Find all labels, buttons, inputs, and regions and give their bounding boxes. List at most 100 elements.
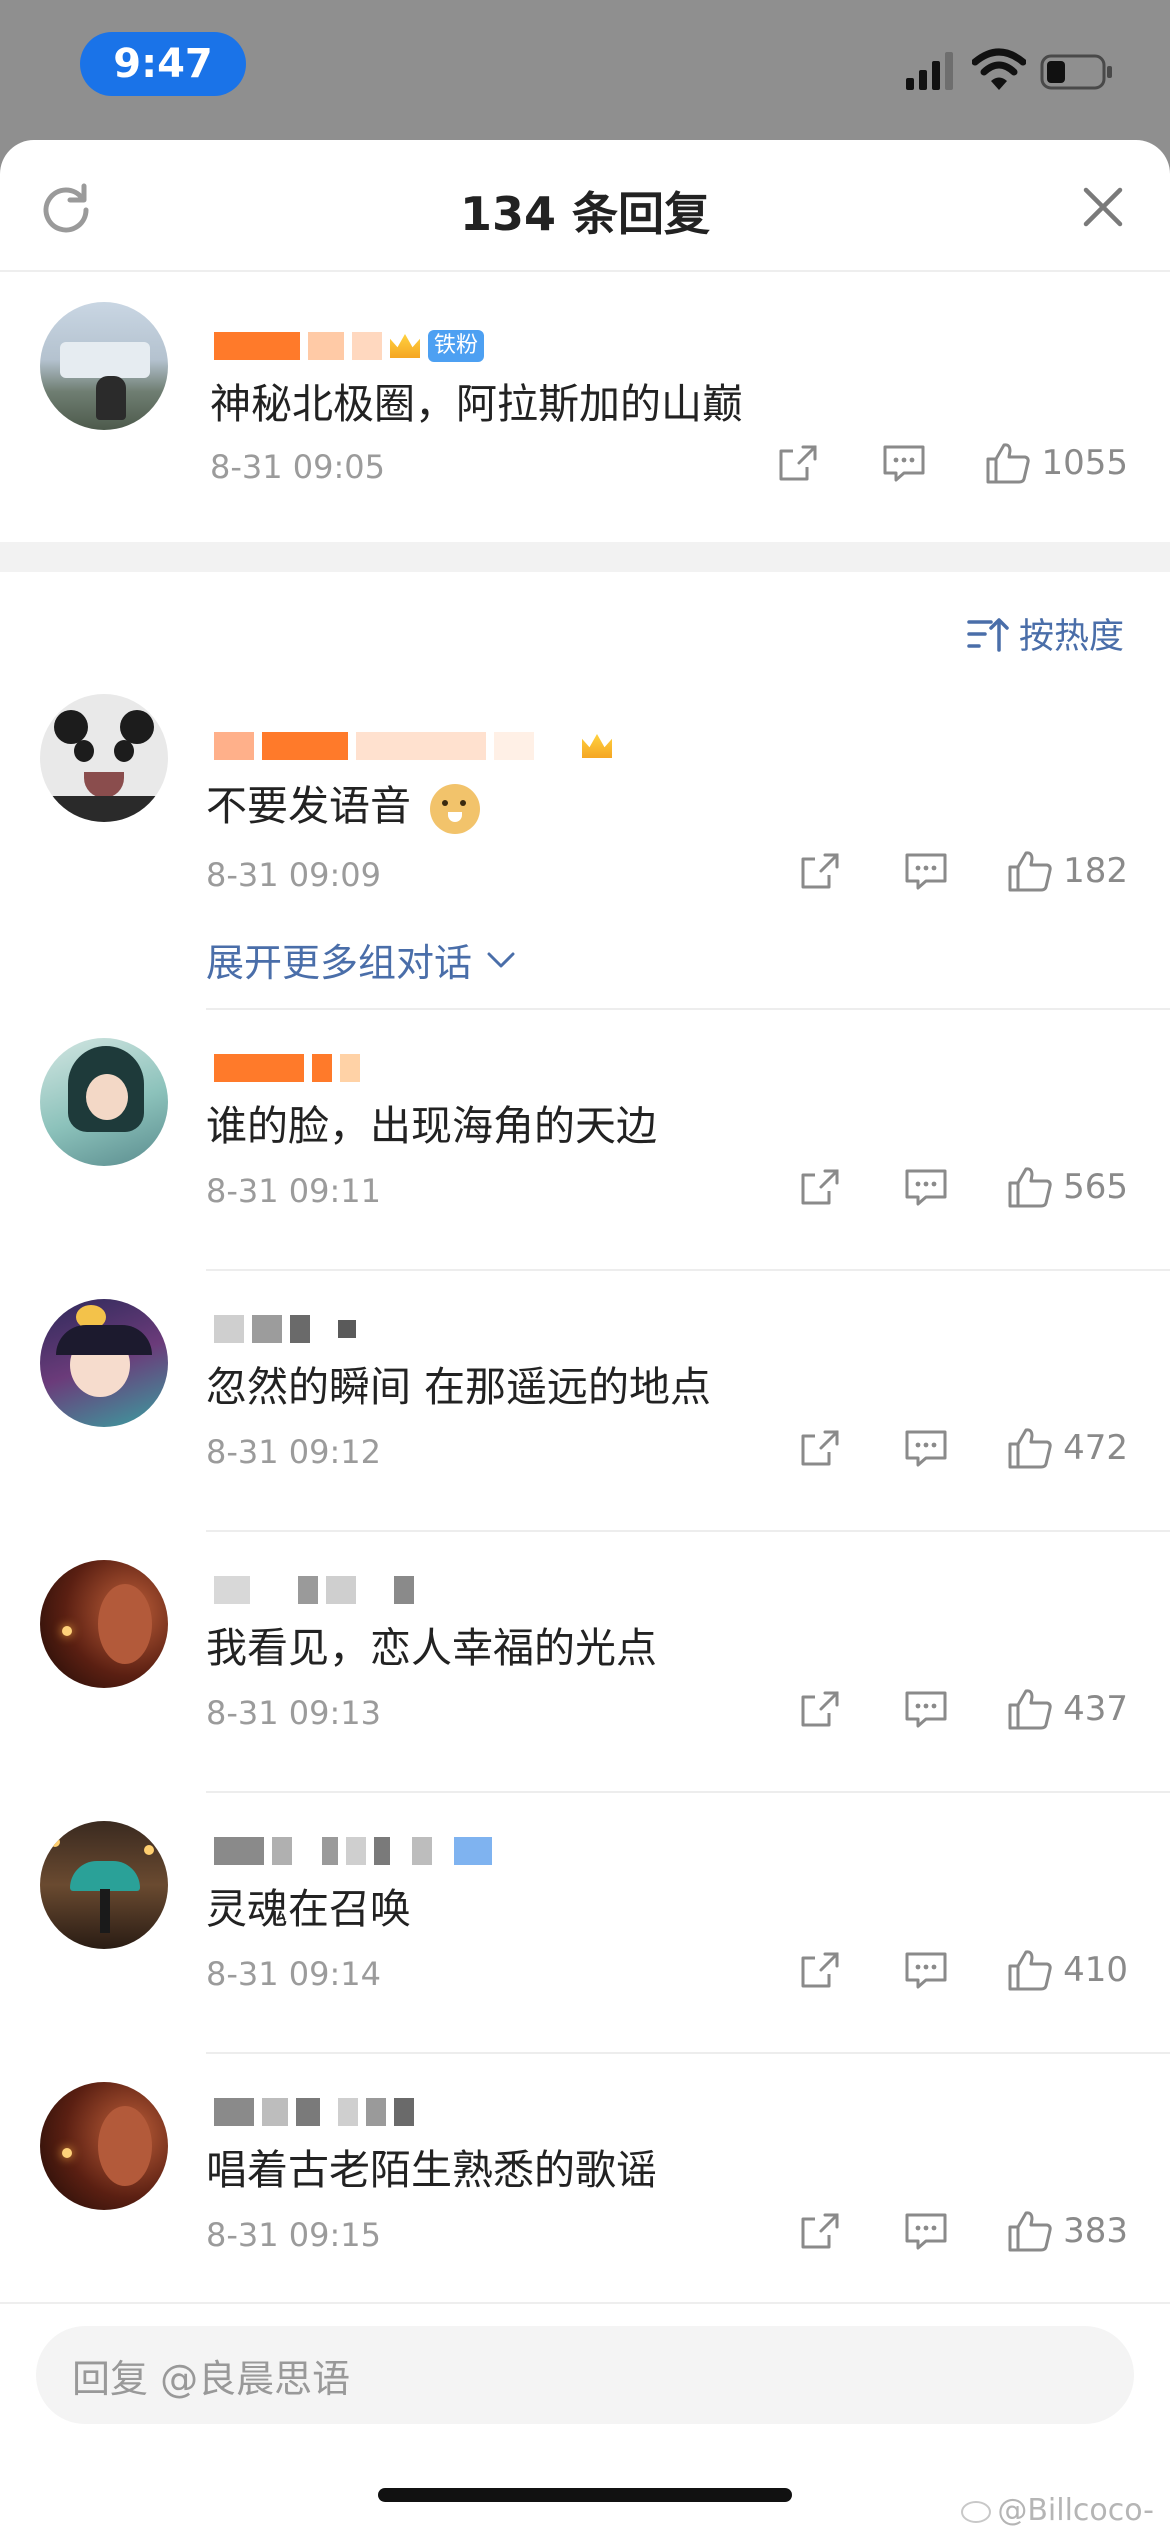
comment-icon[interactable] (879, 440, 929, 486)
battery-icon (1040, 54, 1112, 90)
reply-time: 8-31 09:11 (206, 1172, 382, 1210)
reply-time: 8-31 09:12 (206, 1433, 382, 1471)
avatar[interactable] (40, 1560, 168, 1688)
reply-text: 灵魂在召唤 (206, 1885, 411, 1933)
thumbs-up-icon (1008, 1950, 1052, 1991)
like-count: 437 (1063, 1689, 1128, 1729)
signal-icon (906, 52, 953, 90)
username[interactable] (214, 1048, 360, 1088)
share-icon[interactable] (795, 848, 845, 894)
share-icon[interactable] (795, 1947, 845, 1993)
reply-input[interactable]: 回复 @良晨思语 (36, 2326, 1134, 2424)
like-button[interactable]: 410 (1007, 1948, 1128, 1992)
reply-item: 唱着古老陌生熟悉的歌谣 8-31 09:15 383 (0, 2052, 1170, 2313)
like-button[interactable]: 383 (1007, 2209, 1128, 2253)
avatar[interactable] (40, 1038, 168, 1166)
username[interactable] (214, 726, 612, 766)
reply-actions: 472 (795, 1425, 1128, 1471)
reply-item: 不要发语音 8-31 09:09 182 展开更多组对话 (0, 660, 1170, 1010)
reply-text: 唱着古老陌生熟悉的歌谣 (206, 2146, 657, 2194)
reply-item: 我看见，恋人幸福的光点 8-31 09:13 437 (0, 1530, 1170, 1793)
thumbs-up-icon (1008, 1689, 1052, 1730)
reply-actions: 565 (795, 1164, 1128, 1210)
like-button[interactable]: 1055 (985, 441, 1128, 485)
comment-time: 8-31 09:05 (210, 448, 386, 486)
like-button[interactable]: 182 (1007, 849, 1128, 893)
crown-icon (582, 734, 612, 758)
close-icon[interactable] (1078, 182, 1128, 232)
expand-conversation-link[interactable]: 展开更多组对话 (206, 932, 516, 987)
like-count: 1055 (1041, 443, 1128, 483)
like-count: 383 (1063, 2211, 1128, 2251)
sort-icon (967, 617, 1009, 652)
username[interactable] (214, 1570, 414, 1610)
username[interactable]: 铁粉 (214, 326, 485, 366)
thumbs-up-icon (1008, 851, 1052, 892)
username[interactable] (214, 2092, 414, 2132)
reply-item: 灵魂在召唤 8-31 09:14 410 (0, 1791, 1170, 2054)
weibo-logo-icon (961, 2500, 992, 2523)
comment-text: 神秘北极圈，阿拉斯加的山巅 (210, 380, 743, 428)
reply-time: 8-31 09:14 (206, 1955, 382, 1993)
status-time[interactable]: 9:47 (80, 32, 246, 96)
username[interactable] (214, 1309, 356, 1349)
comment-icon[interactable] (901, 1164, 951, 1210)
thumbs-up-icon (986, 443, 1031, 484)
sheet-title: 134 条回复 (459, 187, 711, 241)
comment-icon[interactable] (901, 1686, 951, 1732)
reply-actions: 437 (795, 1686, 1128, 1732)
reply-text: 我看见，恋人幸福的光点 (206, 1624, 657, 1672)
comment-icon[interactable] (901, 1947, 951, 1993)
section-divider (0, 542, 1170, 572)
home-indicator[interactable] (378, 2488, 792, 2502)
reply-time: 8-31 09:15 (206, 2216, 382, 2254)
replies-sheet: 134 条回复 铁粉 神秘北极圈，阿拉斯加的山巅 8-31 09:05 1055 (0, 140, 1170, 2532)
like-count: 410 (1063, 1950, 1128, 1990)
like-button[interactable]: 472 (1007, 1426, 1128, 1470)
reply-actions: 182 (795, 848, 1128, 894)
reply-actions: 383 (795, 2208, 1128, 2254)
reply-item: 谁的脸，出现海角的天边 8-31 09:11 565 (0, 1008, 1170, 1271)
share-icon[interactable] (795, 1686, 845, 1732)
avatar[interactable] (40, 2082, 168, 2210)
main-comment: 铁粉 神秘北极圈，阿拉斯加的山巅 8-31 09:05 1055 (0, 272, 1170, 542)
comment-icon[interactable] (901, 848, 951, 894)
thumbs-up-icon (1008, 1428, 1052, 1469)
crown-icon (390, 334, 420, 358)
status-bar: 9:47 (0, 0, 1170, 140)
avatar[interactable] (40, 1299, 168, 1427)
reply-text: 谁的脸，出现海角的天边 (206, 1102, 657, 1150)
share-icon[interactable] (795, 2208, 845, 2254)
chevron-down-icon (487, 952, 515, 967)
sort-label: 按热度 (1018, 617, 1124, 657)
like-button[interactable]: 565 (1007, 1165, 1128, 1209)
sheet-header: 134 条回复 (0, 140, 1170, 272)
thumbs-up-icon (1008, 1167, 1052, 1208)
avatar[interactable] (40, 302, 168, 430)
share-icon[interactable] (795, 1425, 845, 1471)
share-icon[interactable] (773, 440, 823, 486)
like-count: 182 (1063, 851, 1128, 891)
comment-icon[interactable] (901, 2208, 951, 2254)
reply-text: 不要发语音 (206, 772, 481, 834)
avatar[interactable] (40, 1821, 168, 1949)
like-count: 472 (1063, 1428, 1128, 1468)
share-icon[interactable] (795, 1164, 845, 1210)
reply-time: 8-31 09:09 (206, 856, 382, 894)
like-button[interactable]: 437 (1007, 1687, 1128, 1731)
reply-actions: 410 (795, 1947, 1128, 1993)
sort-bar: 按热度 (0, 572, 1170, 660)
comment-actions: 1055 (773, 440, 1128, 486)
fan-badge: 铁粉 (428, 330, 485, 362)
reply-item: 忽然的瞬间 在那遥远的地点 8-31 09:12 472 (0, 1269, 1170, 1532)
doge-emoji-icon (430, 784, 481, 834)
reply-text: 忽然的瞬间 在那遥远的地点 (206, 1363, 712, 1411)
avatar[interactable] (40, 694, 168, 822)
comment-icon[interactable] (901, 1425, 951, 1471)
wifi-icon (972, 48, 1026, 90)
reply-time: 8-31 09:13 (206, 1694, 382, 1732)
sort-button[interactable]: 按热度 (967, 608, 1124, 659)
username[interactable] (214, 1831, 492, 1871)
watermark: @Billcoco- (961, 2493, 1154, 2528)
reply-bar: 回复 @良晨思语 @Billcoco- (0, 2302, 1170, 2532)
